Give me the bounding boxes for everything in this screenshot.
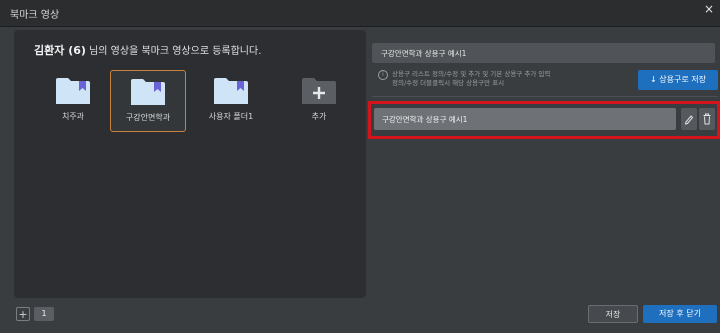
- section-name-input[interactable]: 구강안면학과 상용구 예시1: [372, 43, 715, 63]
- selection-highlight: [368, 101, 720, 139]
- title-bar: 북마크 영상 ×: [0, 0, 720, 27]
- window-title: 북마크 영상: [10, 10, 60, 21]
- save-and-close-button[interactable]: 저장 후 닫기: [643, 305, 717, 323]
- add-folder-button[interactable]: 추가: [282, 70, 356, 130]
- info-line-1: 상용구 리스트 정의/수정 및 추가 및 기본 상용구 추가 입력: [392, 70, 551, 78]
- folder-item-periodontics[interactable]: 치주과: [36, 70, 110, 130]
- folder-panel: 김환자 (6) 님의 영상을 북마크 영상으로 등록합니다. 치주과 구강안면학…: [14, 30, 366, 298]
- bookmark-folder-icon: [131, 79, 165, 105]
- save-as-section-button[interactable]: ↓ 상용구로 저장: [638, 70, 718, 90]
- folder-item-oral-facial[interactable]: 구강안면학과: [110, 70, 186, 132]
- info-icon: i: [378, 70, 388, 80]
- bookmark-folder-icon: [56, 78, 90, 104]
- add-page-button[interactable]: +: [16, 307, 30, 321]
- patient-name: 김환자 (6): [34, 44, 86, 57]
- add-folder-icon: [302, 78, 336, 104]
- folder-label: 치주과: [61, 112, 85, 121]
- info-line-2: 정의/수정 더블클릭시 해당 상용구만 표시: [392, 79, 505, 87]
- bookmark-folder-icon: [214, 78, 248, 104]
- page-number[interactable]: 1: [34, 307, 54, 321]
- heading-text: 님의 영상을 북마크 영상으로 등록합니다.: [85, 46, 262, 57]
- heading: 김환자 (6) 님의 영상을 북마크 영상으로 등록합니다.: [34, 42, 261, 58]
- save-button[interactable]: 저장: [588, 305, 638, 323]
- divider: [372, 96, 718, 97]
- info-note: i 상용구 리스트 정의/수정 및 추가 및 기본 상용구 추가 입력 정의/수정 …: [378, 70, 550, 88]
- folder-label: 추가: [311, 112, 327, 121]
- section-name-value: 구강안면학과 상용구 예시1: [381, 49, 467, 58]
- folder-label: 구강안면학과: [125, 113, 171, 122]
- folder-item-user-folder-1[interactable]: 사용자 폴더1: [194, 70, 268, 130]
- folder-label: 사용자 폴더1: [208, 112, 254, 121]
- close-icon[interactable]: ×: [702, 2, 716, 16]
